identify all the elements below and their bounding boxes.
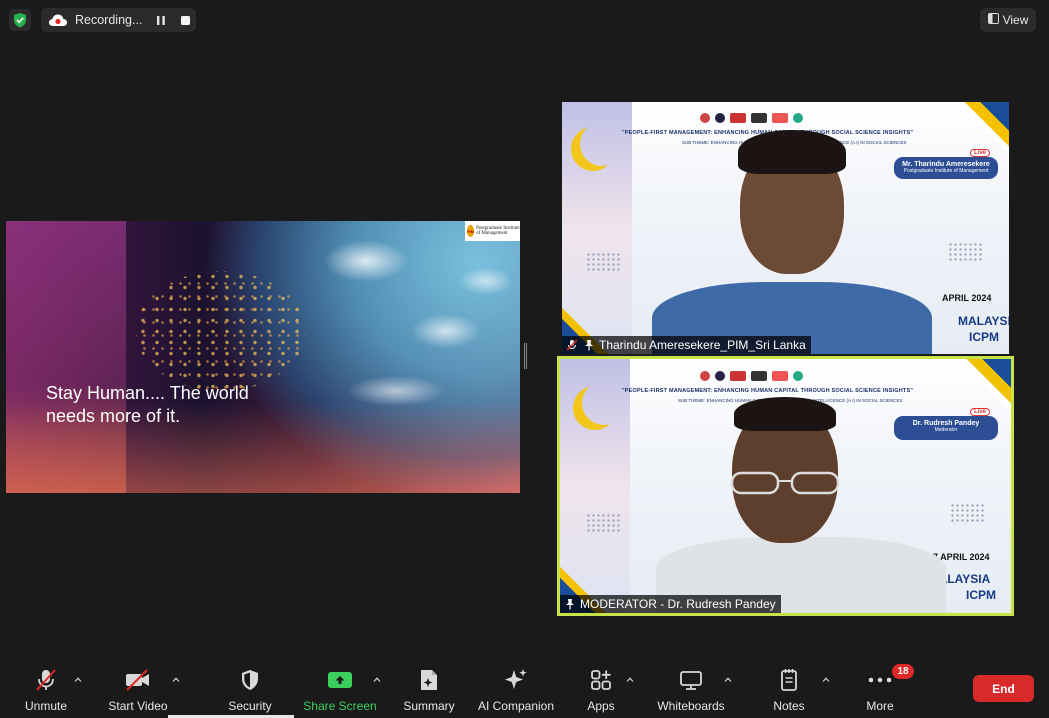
summary-label: Summary [403,699,455,713]
apps-options-caret[interactable] [625,674,635,684]
speaker-nameplate: Mr. Tharindu Ameresekere Postgraduate In… [894,157,998,179]
start-video-button[interactable]: Start Video [106,666,170,714]
end-meeting-button[interactable]: End [973,675,1034,702]
security-shield-icon [236,666,264,694]
slide-quote: Stay Human.... The world needs more of i… [46,383,249,426]
share-screen-button[interactable]: Share Screen [302,666,378,714]
apps-label: Apps [587,699,615,713]
dot-pattern [586,513,622,533]
video-muted-icon [124,666,152,694]
pim-logo-mark: PIM [467,225,475,237]
share-options-caret[interactable] [372,674,382,684]
event-name: ICPM [966,588,996,602]
shield-check-icon[interactable] [9,9,31,31]
stop-icon[interactable] [178,13,192,27]
view-button[interactable]: View [980,8,1036,32]
event-name: ICPM [969,330,999,344]
start-video-label: Start Video [108,699,168,713]
top-bar: Recording... View [0,0,1049,40]
dot-pattern [586,252,622,272]
notes-label: Notes [773,699,805,713]
unmute-label: Unmute [24,699,68,713]
ai-companion-icon [502,666,530,694]
whiteboards-options-caret[interactable] [723,674,733,684]
audio-options-caret[interactable] [73,674,83,684]
participant-name-tag: Tharindu Ameresekere_PIM_Sri Lanka [562,336,811,354]
crescent-moon-icon [580,122,624,166]
banner-headline: "PEOPLE-FIRST MANAGEMENT: ENHANCING HUMA… [622,388,914,394]
nameplate-org: Moderator [934,427,958,433]
participant-name-tag: MODERATOR - Dr. Rudresh Pandey [560,595,781,613]
notes-button[interactable]: Notes [770,666,808,714]
more-icon [866,666,894,694]
recording-indicator: Recording... [41,8,196,32]
crescent-moon-icon [582,381,626,425]
dot-pattern [948,242,984,262]
share-screen-icon [326,666,354,694]
panel-splitter[interactable] [524,343,527,369]
shared-screen[interactable]: Stay Human.... The world needs more of i… [6,221,520,493]
apps-icon [587,666,615,694]
nameplate-org: Postgraduate Institute of Management [903,168,989,174]
event-location: MALAYSIA [958,314,1009,328]
recording-label: Recording... [75,13,143,27]
ai-companion-label: AI Companion [477,699,555,713]
ai-companion-button[interactable]: AI Companion [475,666,557,714]
pim-logo: PIM Postgraduate Institute of Management [465,221,520,241]
sponsor-logos [700,111,803,124]
participant-name: Tharindu Ameresekere_PIM_Sri Lanka [599,338,806,352]
video-tile-tharindu[interactable]: "PEOPLE-FIRST MANAGEMENT: ENHANCING HUMA… [562,102,1009,354]
summary-icon [415,666,443,694]
pim-logo-text: Postgraduate Institute of Management [476,225,520,237]
whiteboards-label: Whiteboards [657,699,725,713]
summary-button[interactable]: Summary [400,666,458,714]
security-button[interactable]: Security [222,666,278,714]
security-label: Security [228,699,272,713]
pause-icon[interactable] [154,13,168,27]
video-options-caret[interactable] [171,674,181,684]
pin-icon [582,338,596,352]
notification-badge: 18 [892,664,914,679]
sponsor-logos [700,369,803,382]
event-date: APRIL 2024 [942,293,992,303]
view-icon [987,13,999,27]
video-tile-rudresh[interactable]: "PEOPLE-FIRST MANAGEMENT: ENHANCING HUMA… [557,356,1014,616]
mic-muted-icon [565,338,579,352]
dot-pattern [950,503,986,523]
pin-icon [563,597,577,611]
nameplate-name: Dr. Rudresh Pandey [912,420,980,427]
live-badge: Live [970,149,991,157]
whiteboards-button[interactable]: Whiteboards [653,666,729,714]
unmute-button[interactable]: Unmute [20,666,72,714]
cloud-record-icon [46,13,70,27]
speaker-nameplate: Dr. Rudresh Pandey Moderator [894,416,998,440]
notes-options-caret[interactable] [821,674,831,684]
share-screen-label: Share Screen [303,699,377,713]
participant-name: MODERATOR - Dr. Rudresh Pandey [580,597,776,611]
whiteboards-icon [677,666,705,694]
live-badge: Live [970,408,991,416]
earth-clouds [276,221,520,451]
more-label: More [866,699,894,713]
apps-button[interactable]: Apps [584,666,618,714]
mic-muted-icon [32,666,60,694]
nameplate-name: Mr. Tharindu Ameresekere [902,161,990,168]
notes-icon [775,666,803,694]
view-label: View [1002,13,1029,27]
